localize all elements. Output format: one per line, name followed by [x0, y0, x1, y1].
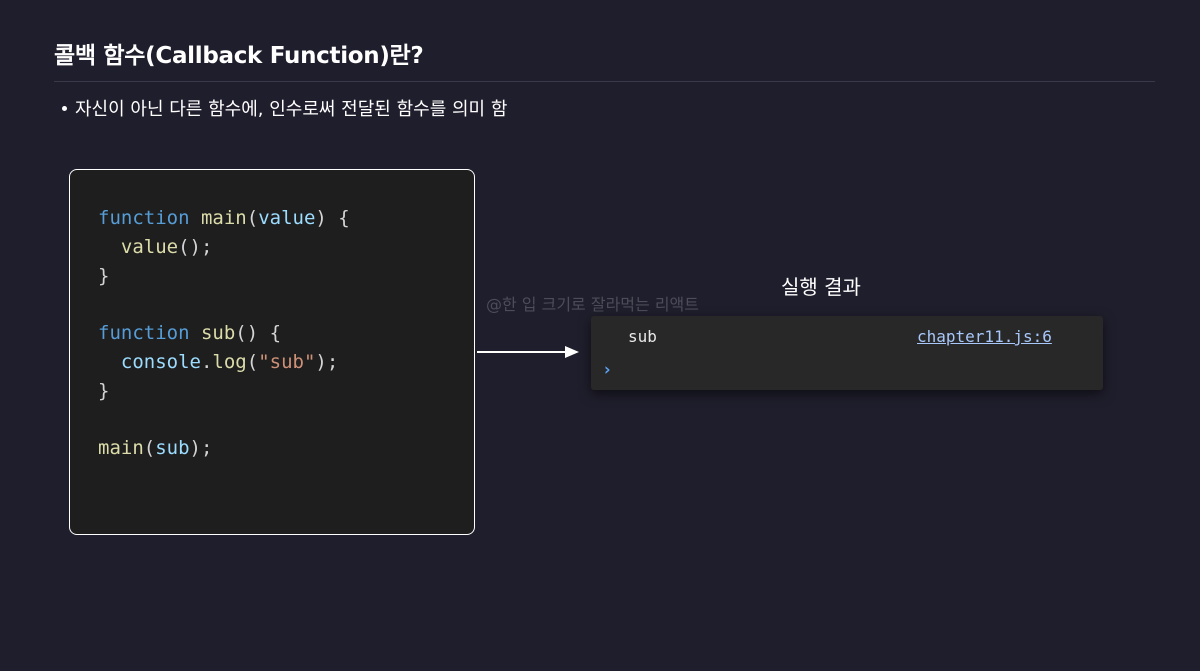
code-token: () {: [235, 322, 282, 345]
code-token: main: [200, 207, 247, 229]
console-source-link[interactable]: chapter11.js:6: [917, 327, 1052, 346]
title-divider: [54, 81, 1155, 82]
bullet-dot-icon: [62, 105, 67, 111]
code-box: function main(value) { value();} function…: [69, 169, 475, 535]
code-token: value: [120, 235, 179, 258]
console-panel: sub chapter11.js:6 ›: [591, 316, 1103, 390]
code-token: ();: [178, 235, 213, 258]
code-line: }: [98, 377, 350, 406]
code-line: console.log("sub");: [98, 348, 350, 377]
code-token: (: [246, 350, 259, 373]
arrow-right-icon: [477, 346, 579, 358]
code-line: function main(value) {: [98, 204, 350, 233]
bullet-item: 자신이 아닌 다른 함수에, 인수로써 전달된 함수를 의미 함: [62, 95, 507, 121]
code-line: main(sub);: [98, 434, 350, 463]
code-block: function main(value) { value();} function…: [98, 204, 350, 463]
code-token: main: [98, 437, 144, 460]
code-token: ) {: [315, 207, 350, 229]
code-token: sub: [155, 437, 190, 460]
code-token: }: [98, 379, 110, 402]
result-label: 실행 결과: [781, 275, 861, 299]
code-token: );: [189, 437, 213, 460]
code-token: .: [200, 350, 213, 373]
watermark: @한 입 크기로 잘라먹는 리액트: [486, 295, 699, 314]
bullet-text: 자신이 아닌 다른 함수에, 인수로써 전달된 함수를 의미 함: [75, 99, 508, 120]
code-token: value: [258, 207, 316, 229]
code-token: (: [143, 437, 156, 460]
code-token: "sub": [258, 350, 316, 373]
code-token: }: [98, 264, 110, 287]
code-token: log: [212, 350, 247, 373]
code-token: console: [120, 350, 201, 373]
code-token: function: [98, 207, 190, 229]
slide-title: 콜백 함수(Callback Function)란?: [54, 43, 424, 69]
code-line: value();: [98, 233, 350, 262]
code-line: }: [98, 262, 350, 291]
console-prompt-icon[interactable]: ›: [602, 360, 612, 380]
code-line: function sub() {: [98, 319, 350, 348]
code-token: (: [246, 207, 259, 229]
code-token: sub: [200, 322, 236, 345]
console-output-text: sub: [628, 327, 657, 346]
code-token: );: [315, 350, 339, 373]
code-token: function: [98, 322, 190, 345]
